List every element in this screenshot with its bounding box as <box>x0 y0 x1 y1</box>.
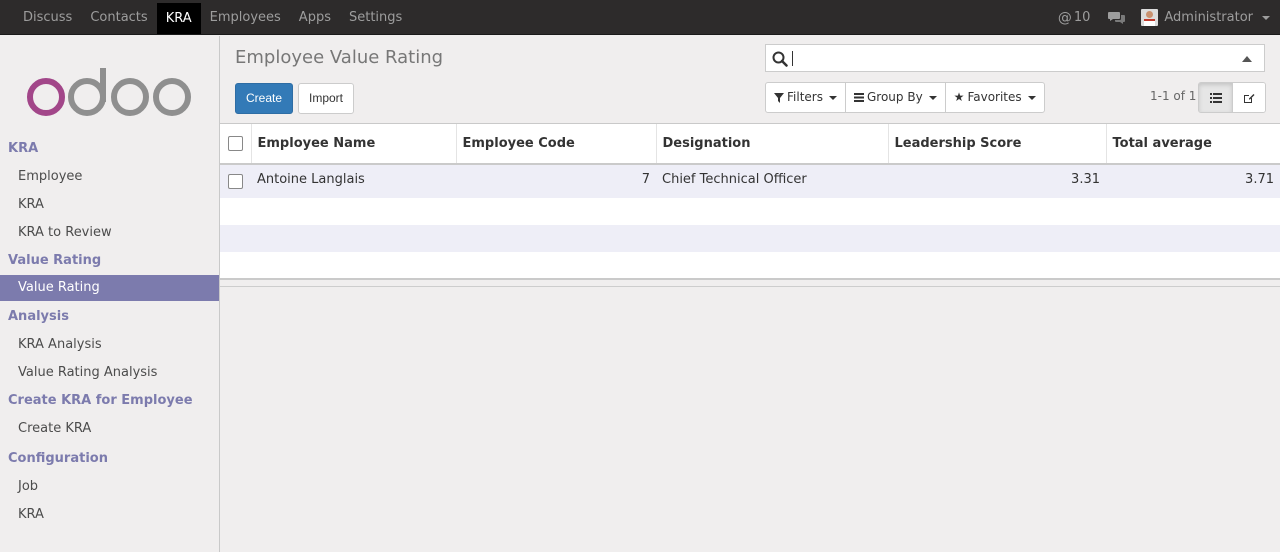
sidebar-section-create-kra: Create KRA for Employee <box>8 393 193 408</box>
app-menu: Discuss Contacts KRA Employees Apps Sett… <box>14 0 411 35</box>
groupby-label: Group By <box>866 90 923 104</box>
cell-designation: Chief Technical Officer <box>656 164 888 198</box>
empty-row <box>220 198 1280 225</box>
menu-apps[interactable]: Apps <box>290 0 340 35</box>
page-title: Employee Value Rating <box>235 47 444 68</box>
sidebar-section-kra: KRA <box>8 141 39 156</box>
edit-icon <box>1244 93 1255 103</box>
messages-button[interactable]: @ 10 <box>1058 10 1091 26</box>
groupby-button[interactable]: Group By <box>844 83 945 112</box>
sidebar-section-analysis: Analysis <box>8 309 69 324</box>
sidebar-item-kra[interactable]: KRA <box>0 191 219 219</box>
pager-value[interactable]: 1-1 of 1 <box>1150 89 1196 103</box>
menu-settings[interactable]: Settings <box>340 0 411 35</box>
menu-contacts[interactable]: Contacts <box>81 0 156 35</box>
chevron-down-icon <box>928 95 937 100</box>
list-bars-icon <box>853 93 864 102</box>
search-input[interactable] <box>765 44 1265 72</box>
sidebar-item-config-kra[interactable]: KRA <box>0 501 219 529</box>
column-header-total-average[interactable]: Total average <box>1106 124 1280 165</box>
menu-discuss[interactable]: Discuss <box>14 0 81 35</box>
cell-total-average: 3.71 <box>1106 164 1280 198</box>
row-select-cell <box>220 164 251 198</box>
list-view-icon <box>1209 92 1222 103</box>
empty-row <box>220 252 1280 280</box>
sidebar-menu: KRA Employee KRA KRA to Review Value Rat… <box>0 135 219 529</box>
row-checkbox[interactable] <box>228 174 243 189</box>
avatar <box>1141 9 1159 26</box>
divider <box>220 286 1280 287</box>
view-switcher <box>1198 82 1266 113</box>
table-row[interactable]: Antoine Langlais 7 Chief Technical Offic… <box>220 164 1280 198</box>
chevron-down-icon <box>828 95 837 100</box>
comments-icon <box>1108 11 1126 24</box>
top-navbar: Discuss Contacts KRA Employees Apps Sett… <box>0 0 1280 35</box>
favorites-label: Favorites <box>967 90 1022 104</box>
empty-row <box>220 225 1280 252</box>
filters-button[interactable]: Filters <box>766 83 845 112</box>
table-header: Employee Name Employee Code Designation … <box>220 124 1280 165</box>
sidebar-section-value-rating: Value Rating <box>8 253 102 268</box>
form-view-button[interactable] <box>1232 83 1265 112</box>
select-all-checkbox[interactable] <box>228 136 243 151</box>
chevron-down-icon <box>1262 15 1270 20</box>
list-view: Employee Name Employee Code Designation … <box>220 123 1280 280</box>
filters-label: Filters <box>787 90 823 104</box>
sidebar-item-job[interactable]: Job <box>0 473 219 501</box>
toggle-search-options-icon[interactable] <box>1242 56 1252 62</box>
sidebar-item-kra-to-review[interactable]: KRA to Review <box>0 219 219 247</box>
text-cursor <box>792 51 793 66</box>
filter-icon <box>774 92 784 103</box>
sidebar: KRA Employee KRA KRA to Review Value Rat… <box>0 36 220 552</box>
sidebar-section-configuration: Configuration <box>8 451 108 466</box>
sidebar-item-kra-analysis[interactable]: KRA Analysis <box>0 331 219 359</box>
user-name: Administrator <box>1164 10 1253 25</box>
list-view-button[interactable] <box>1199 83 1232 112</box>
column-header-employee-name[interactable]: Employee Name <box>251 124 457 165</box>
create-button[interactable]: Create <box>235 83 294 114</box>
sidebar-item-create-kra[interactable]: Create KRA <box>0 415 219 443</box>
user-menu[interactable]: Administrator <box>1141 9 1270 26</box>
sidebar-item-value-rating[interactable]: Value Rating <box>0 275 219 301</box>
cell-employee-name: Antoine Langlais <box>251 164 456 198</box>
column-header-leadership-score[interactable]: Leadership Score <box>888 124 1107 165</box>
menu-employees[interactable]: Employees <box>201 0 290 35</box>
sidebar-item-value-rating-analysis[interactable]: Value Rating Analysis <box>0 359 219 387</box>
column-header-designation[interactable]: Designation <box>656 124 889 165</box>
systray: @ 10 Administrator <box>1058 0 1270 35</box>
search-icon <box>772 51 788 67</box>
chat-button[interactable] <box>1108 11 1126 25</box>
cell-employee-code: 7 <box>456 164 656 198</box>
messages-count: 10 <box>1073 10 1091 25</box>
cell-leadership-score: 3.31 <box>888 164 1106 198</box>
favorites-button[interactable]: ★ Favorites <box>944 83 1044 112</box>
select-all-cell <box>220 124 252 165</box>
star-icon: ★ <box>953 90 965 104</box>
chevron-down-icon <box>1027 95 1036 100</box>
import-button[interactable]: Import <box>298 83 355 114</box>
at-sign-icon: @ <box>1057 9 1072 26</box>
search-options-bar: Filters Group By ★ Favorites <box>765 82 1045 113</box>
sidebar-item-employee[interactable]: Employee <box>0 163 219 191</box>
records-table: Employee Name Employee Code Designation … <box>220 124 1280 280</box>
odoo-logo <box>27 68 191 116</box>
menu-kra[interactable]: KRA <box>156 3 201 34</box>
column-header-employee-code[interactable]: Employee Code <box>456 124 657 165</box>
